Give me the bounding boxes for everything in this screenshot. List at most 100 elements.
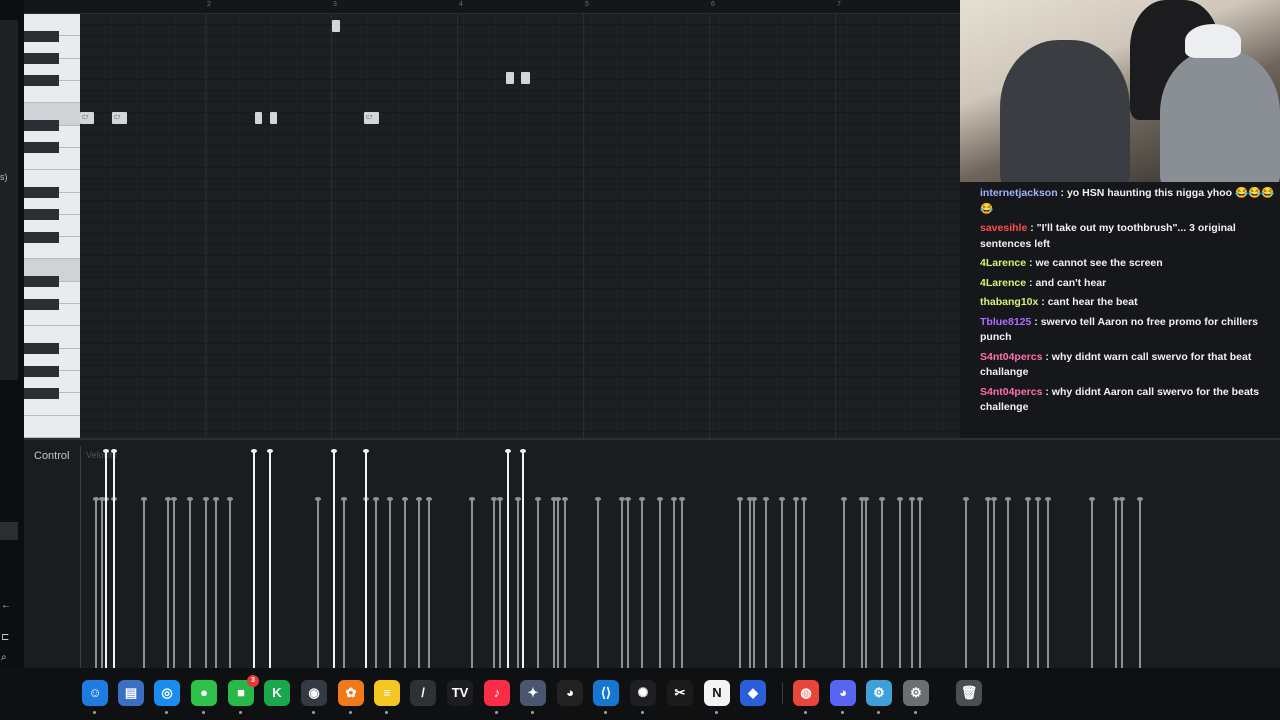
note[interactable]: C7 — [112, 112, 127, 124]
black-key[interactable] — [24, 387, 59, 399]
velocity-bar[interactable] — [387, 497, 393, 670]
velocity-bar[interactable] — [203, 497, 209, 670]
chat-username[interactable]: thabang10x — [980, 296, 1038, 308]
chat-username[interactable]: internetjackson — [980, 187, 1058, 199]
velocity-bar[interactable] — [1089, 497, 1095, 670]
chat-username[interactable]: savesihle — [980, 222, 1027, 234]
velocity-bar[interactable] — [991, 497, 997, 670]
blue-app-icon[interactable]: ◆ — [740, 680, 766, 706]
velocity-bar[interactable] — [671, 497, 677, 670]
black-key[interactable] — [24, 187, 59, 199]
velocity-bar[interactable] — [1137, 497, 1143, 670]
instruments-icon[interactable]: ⚙ — [866, 680, 892, 706]
davinci-icon[interactable]: ✦ — [520, 680, 546, 706]
tool-icon[interactable]: ⊏ — [1, 632, 15, 644]
velocity-bar[interactable] — [497, 497, 503, 670]
tradingview-icon[interactable]: TV — [447, 680, 473, 706]
velocity-bar[interactable] — [863, 497, 869, 670]
velocity-bar-selected[interactable] — [103, 449, 109, 670]
velocity-bar-selected[interactable] — [267, 449, 273, 670]
velocity-bar-selected[interactable] — [363, 449, 369, 670]
discord-icon[interactable]: ◕ — [830, 680, 856, 706]
velocity-bar[interactable] — [1005, 497, 1011, 670]
velocity-bar[interactable] — [801, 497, 807, 670]
velocity-bar[interactable] — [985, 497, 991, 670]
control-lane[interactable]: Control Velocity — [24, 438, 1280, 670]
velocity-bar[interactable] — [469, 497, 475, 670]
notion-icon[interactable]: N — [704, 680, 730, 706]
velocity-bar[interactable] — [1113, 497, 1119, 670]
black-key[interactable] — [24, 365, 59, 377]
velocity-bar[interactable] — [165, 497, 171, 670]
velocity-bar[interactable] — [793, 497, 799, 670]
black-key[interactable] — [24, 75, 59, 87]
note-grid[interactable]: C7 C7 C7 — [80, 14, 960, 438]
black-key[interactable] — [24, 142, 59, 154]
black-key[interactable] — [24, 30, 59, 42]
velocity-bar[interactable] — [897, 497, 903, 670]
velocity-bar[interactable] — [879, 497, 885, 670]
black-key[interactable] — [24, 231, 59, 243]
velocity-bar[interactable] — [515, 497, 521, 670]
note[interactable] — [270, 112, 277, 124]
velocity-bar[interactable] — [909, 497, 915, 670]
velocity-bar[interactable] — [227, 497, 233, 670]
chat-username[interactable]: Tblue8125 — [980, 316, 1031, 328]
velocity-bar[interactable] — [625, 497, 631, 670]
velocity-bar[interactable] — [141, 497, 147, 670]
velocity-bar[interactable] — [426, 497, 432, 670]
velocity-bar-selected[interactable] — [331, 449, 337, 670]
keynote-k-icon[interactable]: K — [264, 680, 290, 706]
velocity-bar[interactable] — [416, 497, 422, 670]
velocity-bar[interactable] — [562, 497, 568, 670]
black-key[interactable] — [24, 276, 59, 288]
velocity-bar[interactable] — [619, 497, 625, 670]
velocity-bar[interactable] — [763, 497, 769, 670]
note[interactable] — [521, 72, 530, 84]
facetime-icon[interactable]: ■ 3 — [228, 675, 259, 706]
chatgpt-icon[interactable]: ✺ — [630, 680, 656, 706]
chat-username[interactable]: S4nt04percs — [980, 386, 1042, 398]
velocity-bar[interactable] — [171, 497, 177, 670]
messages-icon[interactable]: ● — [191, 680, 217, 706]
vscode-icon[interactable]: ⟨⟩ — [593, 680, 619, 706]
finder-icon[interactable]: ☺ — [82, 680, 108, 706]
velocity-bar[interactable] — [841, 497, 847, 670]
velocity-bar[interactable] — [751, 497, 757, 670]
velocity-bar[interactable] — [555, 497, 561, 670]
timeline-ruler[interactable]: 2 3 4 5 6 7 — [24, 0, 960, 14]
github-icon[interactable]: ◕ — [557, 680, 583, 706]
white-key[interactable] — [24, 416, 80, 438]
chat-username[interactable]: 4Larence — [980, 257, 1026, 269]
safari-icon[interactable]: ◎ — [154, 680, 180, 706]
velocity-bar[interactable] — [341, 497, 347, 670]
chat-username[interactable]: 4Larence — [980, 277, 1026, 289]
velocity-bar-selected[interactable] — [251, 449, 257, 670]
arrow-icon[interactable]: ← — [1, 600, 15, 612]
velocity-bar[interactable] — [99, 497, 105, 670]
chat-username[interactable]: S4nt04percs — [980, 351, 1042, 363]
velocity-bar[interactable] — [213, 497, 219, 670]
velocity-bar-selected[interactable] — [505, 449, 511, 670]
velocity-bar[interactable] — [737, 497, 743, 670]
notes-icon[interactable]: ≡ — [374, 680, 400, 706]
velocity-bar[interactable] — [595, 497, 601, 670]
velocity-bar[interactable] — [373, 497, 379, 670]
velocity-bar[interactable] — [963, 497, 969, 670]
piano-roll[interactable]: 2 3 4 5 6 7 C7 C7 C7 — [24, 0, 960, 438]
velocity-bar[interactable] — [315, 497, 321, 670]
black-key[interactable] — [24, 298, 59, 310]
velocity-bar[interactable] — [1045, 497, 1051, 670]
black-key[interactable] — [24, 343, 59, 355]
velocity-bar[interactable] — [187, 497, 193, 670]
velocity-bar-selected[interactable] — [520, 449, 526, 670]
velocity-bar[interactable] — [657, 497, 663, 670]
music-icon[interactable]: ♪ — [484, 680, 510, 706]
system-settings-icon[interactable]: ⚙ — [903, 680, 929, 706]
velocity-bar[interactable] — [639, 497, 645, 670]
trash-icon[interactable]: 🗑 — [956, 680, 982, 706]
velocity-bar[interactable] — [551, 497, 557, 670]
black-key[interactable] — [24, 209, 59, 221]
fl-studio-icon[interactable]: ✿ — [338, 680, 364, 706]
velocity-bar[interactable] — [535, 497, 541, 670]
